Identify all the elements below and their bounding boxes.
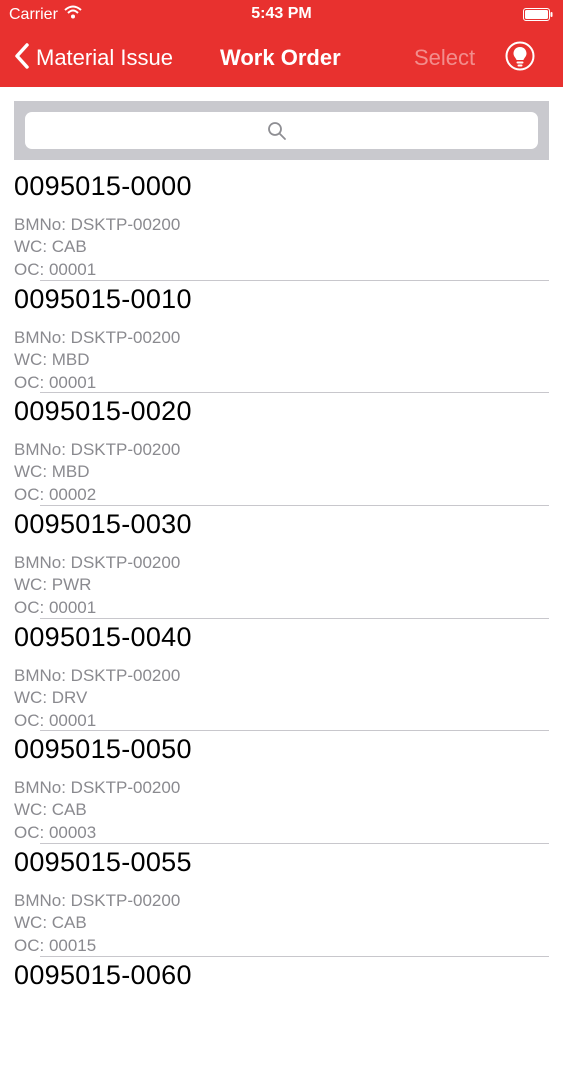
oc-label: OC: 00002: [14, 485, 97, 505]
bmno-label: BMNo: DSKTP-00200: [14, 778, 181, 798]
battery-icon: [523, 8, 553, 21]
status-time: 5:43 PM: [251, 5, 312, 22]
work-order-number: 0095015-0040: [14, 621, 192, 652]
wc-label: WC: MBD: [14, 462, 90, 482]
list-item[interactable]: 0095015-0050 BMNo: DSKTP-00200 WC: CAB O…: [0, 731, 563, 845]
search-input[interactable]: [25, 112, 538, 149]
work-order-number: 0095015-0060: [14, 959, 192, 990]
wc-label: WC: DRV: [14, 687, 88, 707]
list-item[interactable]: 0095015-0040 BMNo: DSKTP-00200 WC: DRV O…: [0, 619, 563, 732]
search-bar: [14, 101, 549, 160]
work-order-number: 0095015-0010: [14, 283, 192, 314]
bmno-label: BMNo: DSKTP-00200: [14, 665, 181, 685]
wc-label: WC: CAB: [14, 913, 87, 933]
work-order-number: 0095015-0050: [14, 734, 192, 765]
lightbulb-icon: [505, 41, 535, 75]
bmno-label: BMNo: DSKTP-00200: [14, 327, 181, 347]
oc-label: OC: 00003: [14, 823, 97, 843]
hint-button[interactable]: [505, 41, 535, 71]
work-order-number: 0095015-0030: [14, 509, 192, 540]
list-item[interactable]: 0095015-0010 BMNo: DSKTP-00200 WC: MBD O…: [0, 281, 563, 394]
work-order-number: 0095015-0000: [14, 171, 192, 201]
chevron-left-icon: [14, 42, 30, 75]
back-button-label: Material Issue: [36, 45, 173, 70]
wc-label: WC: CAB: [14, 800, 87, 820]
wc-label: WC: MBD: [14, 349, 90, 369]
list-item[interactable]: 0095015-0030 BMNo: DSKTP-00200 WC: PWR O…: [0, 506, 563, 619]
list-item[interactable]: 0095015-0000 BMNo: DSKTP-00200 WC: CAB O…: [0, 168, 563, 281]
list-item[interactable]: 0095015-0060: [0, 957, 563, 1070]
work-order-number: 0095015-0020: [14, 396, 192, 427]
list-item[interactable]: 0095015-0055 BMNo: DSKTP-00200 WC: CAB O…: [0, 844, 563, 957]
oc-label: OC: 00001: [14, 260, 97, 279]
wc-label: WC: CAB: [14, 237, 87, 256]
work-order-list: 0095015-0000 BMNo: DSKTP-00200 WC: CAB O…: [0, 168, 563, 1070]
bmno-label: BMNo: DSKTP-00200: [14, 553, 181, 573]
oc-label: OC: 00001: [14, 372, 97, 392]
bmno-label: BMNo: DSKTP-00200: [14, 440, 181, 460]
back-button[interactable]: Material Issue: [14, 41, 173, 75]
oc-label: OC: 00015: [14, 936, 97, 956]
list-item[interactable]: 0095015-0020 BMNo: DSKTP-00200 WC: MBD O…: [0, 393, 563, 507]
work-order-number: 0095015-0055: [14, 847, 192, 878]
nav-bar: Material Issue Work Order Select: [0, 30, 563, 87]
oc-label: OC: 00001: [14, 598, 97, 618]
wc-label: WC: PWR: [14, 575, 92, 595]
oc-label: OC: 00001: [14, 710, 97, 730]
select-button[interactable]: Select: [414, 45, 475, 71]
header: Carrier 5:43 PM Material Issue Work Orde…: [0, 0, 563, 87]
status-bar: Carrier 5:43 PM: [0, 0, 563, 30]
page-title: Work Order: [220, 45, 341, 70]
bmno-label: BMNo: DSKTP-00200: [14, 891, 181, 911]
bmno-label: BMNo: DSKTP-00200: [14, 215, 181, 234]
